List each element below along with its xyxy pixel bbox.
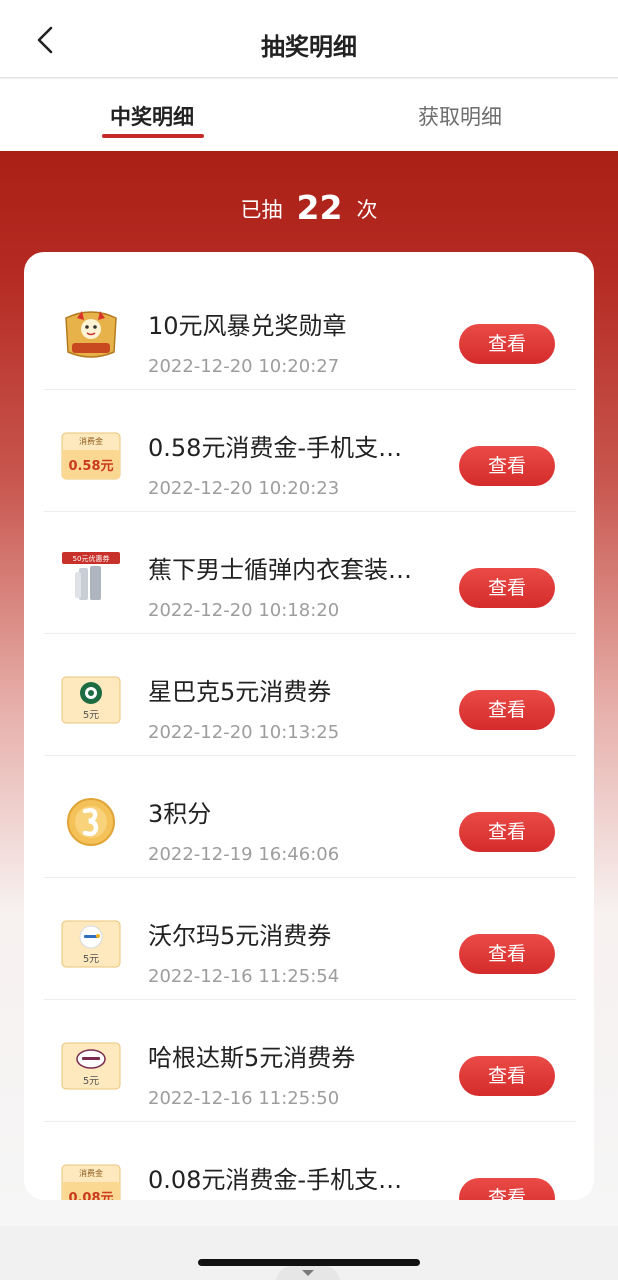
coupon-underwear-icon: 50元优惠券 — [60, 552, 122, 604]
view-button[interactable]: 查看 — [459, 1056, 555, 1096]
tab-winning-details[interactable]: 中奖明细 — [110, 101, 194, 131]
prize-title: 星巴克5元消费券 — [148, 678, 332, 706]
consumption-voucher-icon: 消费金 0.08元 — [60, 1162, 122, 1200]
prize-title: 0.08元消费金-手机支… — [148, 1166, 403, 1194]
draw-count-prefix: 已抽 — [240, 198, 283, 222]
prize-time: 2022-12-20 10:13:25 — [148, 722, 340, 743]
expand-handle[interactable] — [276, 1262, 340, 1280]
draw-count-number: 22 — [296, 188, 343, 227]
tab-bar: 中奖明细 获取明细 — [0, 79, 618, 151]
voucher-amount-label: 0.58元 — [68, 459, 113, 474]
voucher-amount-label: 0.08元 — [68, 1191, 113, 1200]
page-title: 抽奖明细 — [261, 33, 357, 61]
view-button[interactable]: 查看 — [459, 324, 555, 364]
list-item: 消费金 0.58元 0.58元消费金-手机支… 2022-12-20 10:20… — [44, 390, 576, 512]
voucher-top-label: 消费金 — [79, 1168, 103, 1178]
tab-earning-details[interactable]: 获取明细 — [418, 101, 502, 131]
prize-time: 2022-12-20 10:20:27 — [148, 356, 340, 377]
list-item: 消费金 0.08元 0.08元消费金-手机支… 查看 — [44, 1122, 576, 1200]
storm-medal-badge-icon — [60, 308, 122, 360]
view-button[interactable]: 查看 — [459, 446, 555, 486]
prize-title: 10元风暴兑奖勋章 — [148, 312, 347, 340]
view-button[interactable]: 查看 — [459, 690, 555, 730]
view-button[interactable]: 查看 — [459, 568, 555, 608]
list-item: 5元 星巴克5元消费券 2022-12-20 10:13:25 查看 — [44, 634, 576, 756]
voucher-top-label: 消费金 — [79, 436, 103, 446]
coupon-amount-label: 5元 — [83, 710, 99, 721]
list-item: 5元 哈根达斯5元消费券 2022-12-16 11:25:50 查看 — [44, 1000, 576, 1122]
starbucks-coupon-icon: 5元 — [60, 674, 122, 726]
prize-time: 2022-12-20 10:20:23 — [148, 478, 340, 499]
list-item: 5元 沃尔玛5元消费券 2022-12-16 11:25:54 查看 — [44, 878, 576, 1000]
prize-title: 沃尔玛5元消费券 — [148, 922, 332, 950]
draw-count-summary: 已抽 22 次 — [0, 188, 618, 227]
prize-list-card: 10元风暴兑奖勋章 2022-12-20 10:20:27 查看 消费金 0.5… — [24, 252, 594, 1200]
walmart-coupon-icon: 5元 — [60, 918, 122, 970]
coupon-amount-label: 5元 — [83, 954, 99, 965]
prize-time: 2022-12-19 16:46:06 — [148, 844, 340, 865]
haagen-dazs-coupon-icon: 5元 — [60, 1040, 122, 1092]
view-button[interactable]: 查看 — [459, 934, 555, 974]
prize-title: 3积分 — [148, 800, 212, 828]
prize-time: 2022-12-16 11:25:50 — [148, 1088, 340, 1109]
list-item: 3积分 2022-12-19 16:46:06 查看 — [44, 756, 576, 878]
prize-time: 2022-12-20 10:18:20 — [148, 600, 340, 621]
consumption-voucher-icon: 消费金 0.58元 — [60, 430, 122, 482]
view-button[interactable]: 查看 — [459, 812, 555, 852]
active-tab-indicator — [102, 134, 204, 138]
view-button[interactable]: 查看 — [459, 1178, 555, 1200]
coupon-amount-label: 5元 — [83, 1076, 99, 1087]
coupon-label: 50元优惠券 — [73, 554, 110, 563]
list-item: 50元优惠券 蕉下男士循弹内衣套装… 2022-12-20 10:18:20 查… — [44, 512, 576, 634]
prize-time: 2022-12-16 11:25:54 — [148, 966, 340, 987]
points-coin-icon — [60, 796, 122, 848]
list-item: 10元风暴兑奖勋章 2022-12-20 10:20:27 查看 — [44, 268, 576, 390]
draw-count-suffix: 次 — [356, 198, 378, 222]
prize-title: 哈根达斯5元消费券 — [148, 1044, 356, 1072]
prize-title: 蕉下男士循弹内衣套装… — [148, 556, 412, 584]
caret-down-icon — [276, 1266, 340, 1280]
nav-bar: 抽奖明细 — [0, 0, 618, 78]
prize-title: 0.58元消费金-手机支… — [148, 434, 403, 462]
